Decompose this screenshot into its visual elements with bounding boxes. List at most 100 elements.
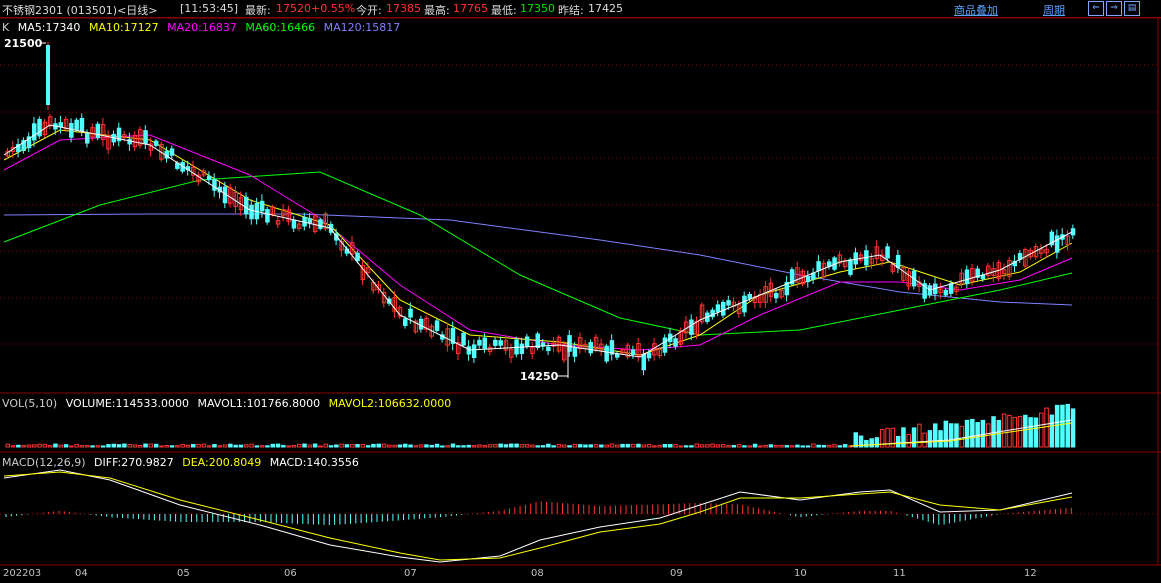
- volume-bar: [519, 444, 525, 448]
- volume-bar: [371, 443, 376, 448]
- volume-bar: [864, 439, 869, 448]
- candle-body: [32, 123, 37, 141]
- volume-bar: [630, 443, 636, 448]
- volume-bar: [387, 444, 392, 448]
- volume-bar: [758, 445, 763, 448]
- volume-bar: [100, 445, 106, 448]
- volume-bar: [715, 444, 721, 448]
- volume-bar: [148, 443, 154, 448]
- ma10-line: [3, 129, 1073, 356]
- volume-bar: [816, 444, 821, 448]
- volume-bar: [567, 445, 572, 448]
- volume-bar: [79, 445, 85, 448]
- volume-bar: [710, 443, 715, 448]
- volume-bar: [535, 445, 540, 448]
- candle-body: [948, 283, 954, 294]
- volume-bar: [344, 444, 350, 448]
- candle-body: [848, 259, 853, 275]
- candle-body: [259, 200, 265, 212]
- volume-bar: [376, 443, 381, 448]
- candle-body: [885, 246, 890, 259]
- ma60-line: [3, 171, 1073, 336]
- candle-body: [742, 295, 747, 313]
- volume-bar: [350, 443, 355, 448]
- volume-bar: [917, 423, 922, 448]
- volume-bar: [768, 444, 774, 448]
- volume-bar: [63, 444, 69, 448]
- volume-bar: [789, 445, 795, 448]
- volume-bar: [721, 444, 726, 448]
- volume-bar: [705, 444, 710, 448]
- volume-bar: [228, 443, 233, 448]
- volume-bar: [1012, 416, 1017, 448]
- candle-body: [615, 353, 620, 358]
- volume-bar: [143, 443, 148, 448]
- volume-bar: [959, 425, 964, 448]
- volume-bar: [1054, 404, 1060, 448]
- candle-body: [206, 175, 212, 181]
- x-axis-label: 04: [75, 568, 88, 579]
- volume-bar: [842, 444, 848, 448]
- candle-body: [403, 318, 408, 326]
- x-axis-label: 10: [794, 568, 807, 579]
- volume-bar: [503, 444, 509, 448]
- candle-body: [291, 219, 297, 229]
- volume-bar: [514, 443, 519, 448]
- volume-bar: [593, 444, 599, 448]
- volume-bar: [180, 443, 185, 448]
- volume-bar: [1028, 417, 1033, 448]
- volume-bar: [254, 445, 260, 448]
- volume-bar: [477, 444, 482, 448]
- volume-bar: [736, 444, 742, 448]
- volume-bar: [620, 443, 625, 448]
- ma120-line: [3, 213, 1073, 306]
- volume-bar: [1033, 417, 1039, 448]
- volume-bar: [747, 445, 752, 448]
- volume-bar: [540, 445, 546, 448]
- volume-bar: [683, 445, 689, 448]
- volume-bar: [106, 444, 111, 448]
- volume-bar: [895, 435, 901, 448]
- volume-bar: [991, 416, 996, 448]
- volume-bar: [625, 443, 631, 448]
- candle-body: [69, 123, 74, 138]
- volume-bar: [461, 445, 466, 448]
- volume-bar: [85, 445, 90, 448]
- candle-body: [895, 254, 901, 268]
- volume-bar: [1007, 414, 1012, 448]
- candle-body: [493, 339, 498, 346]
- candle-body: [153, 140, 159, 146]
- volume-bar: [524, 444, 530, 448]
- volume-bar: [403, 443, 408, 448]
- volume-bar: [355, 444, 360, 448]
- volume-bar: [604, 444, 609, 448]
- candle-body: [641, 353, 646, 371]
- volume-bar: [509, 443, 514, 448]
- volume-bar: [636, 443, 641, 448]
- candle-body: [477, 339, 482, 346]
- volume-bar: [381, 443, 387, 448]
- volume-bar: [122, 443, 127, 448]
- volume-bar: [312, 443, 318, 448]
- candle-body: [79, 117, 85, 132]
- candle-body: [774, 293, 779, 299]
- volume-bar: [42, 443, 48, 448]
- volume-bar: [169, 445, 175, 448]
- volume-bar: [222, 444, 228, 448]
- volume-bar: [16, 444, 21, 448]
- volume-bar: [408, 444, 413, 448]
- volume-bar: [32, 444, 37, 448]
- kline-chart[interactable]: [0, 0, 1161, 583]
- candle-body: [355, 252, 360, 262]
- volume-bar: [434, 443, 440, 448]
- volume-bar: [837, 445, 843, 448]
- volume-bar: [244, 444, 249, 448]
- volume-bar: [53, 443, 58, 448]
- x-axis-label: 07: [404, 568, 417, 579]
- volume-bar: [795, 444, 800, 448]
- candle-body: [95, 123, 101, 139]
- volume-bar: [365, 445, 371, 448]
- volume-bar: [933, 423, 938, 448]
- volume-bar: [821, 445, 827, 448]
- volume-bar: [572, 443, 578, 448]
